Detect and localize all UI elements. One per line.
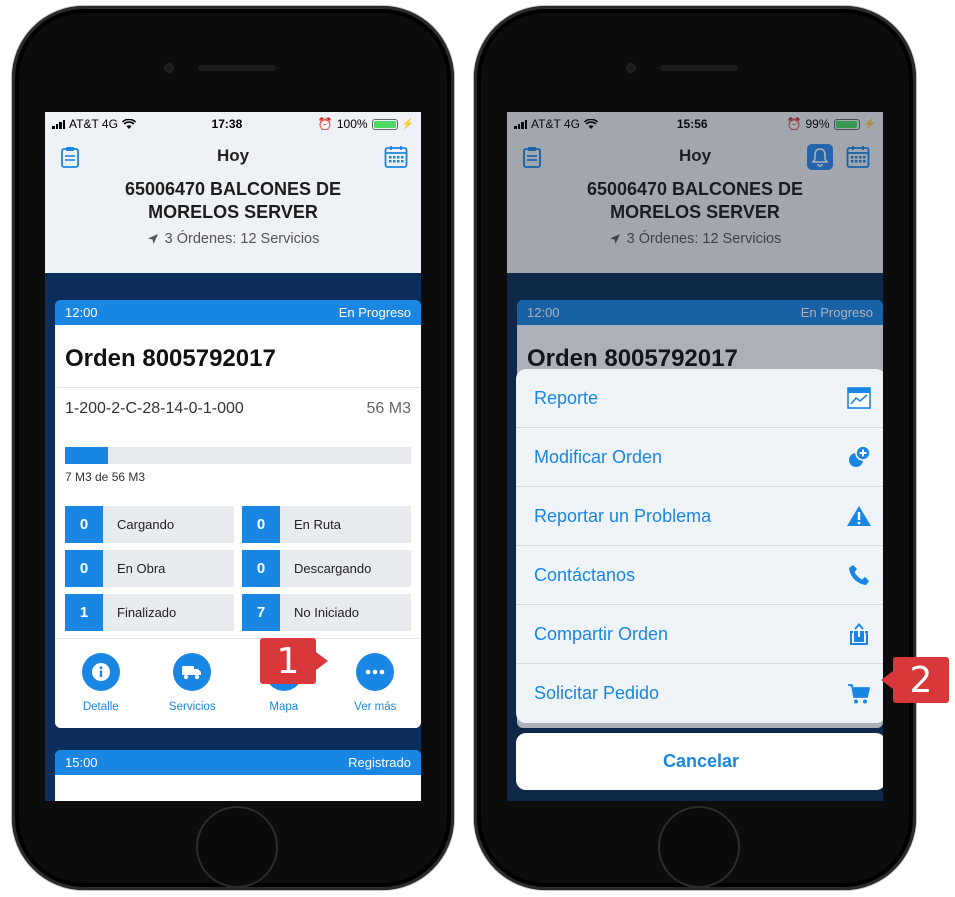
status-bar: AT&T 4G 17:38 ⏰ 100% ⚡ [45,112,421,136]
sheet-item-label: Contáctanos [534,564,636,585]
modify-order-icon [846,444,872,470]
services-button[interactable]: Servicios [152,653,232,713]
home-button[interactable] [658,806,740,888]
wifi-icon [121,118,136,129]
state-count: 7 [242,594,280,631]
action-label: Servicios [168,701,216,713]
cart-icon [846,681,872,707]
state-count: 0 [242,550,280,587]
earpiece-speaker [198,65,276,71]
state-label: En Obra [117,561,166,576]
action-sheet: Reporte Modificar Orden Reportar un Prob… [516,369,883,723]
state-en-ruta: 0 En Ruta [242,506,411,543]
state-label: Cargando [117,517,175,532]
sheet-item-label: Modificar Orden [534,446,663,467]
alarm-icon: ⏰ [317,117,333,131]
action-label: Ver más [354,701,397,713]
progress-fill [65,447,109,464]
state-count: 1 [65,594,103,631]
sheet-item-label: Solicitar Pedido [534,683,660,703]
phone-left: AT&T 4G 17:38 ⏰ 100% ⚡ Hoy 65006470 BALC… [12,6,454,890]
state-descargando: 0 Descargando [242,550,411,587]
state-count: 0 [242,506,280,543]
order-volume: 56 M3 [366,400,411,417]
screen-left: AT&T 4G 17:38 ⏰ 100% ⚡ Hoy 65006470 BALC… [45,112,421,801]
clock: 17:38 [211,117,243,131]
more-icon [356,653,395,691]
truck-icon [173,653,212,691]
carrier-label: AT&T 4G [69,117,118,131]
order-card[interactable]: 12:00 En Progreso Orden 8005792017 1-200… [55,300,421,728]
service-states: 0 Cargando 0 En Ruta 0 En Obra 0 Descargando… [55,484,421,631]
order-title: Orden 8005792017 [65,345,276,372]
state-cargando: 0 Cargando [65,506,234,543]
report-icon [846,385,872,411]
step-1-callout: 1 [260,638,328,684]
order-route: 1-200-2-C-28-14-0-1-000 [65,400,244,417]
sheet-item-solicitar-pedido[interactable]: Solicitar Pedido [516,664,883,723]
order-status: En Progreso [338,305,411,320]
state-label: En Ruta [294,517,341,532]
order-card-header: 15:00 Registrado [55,750,421,775]
detail-button[interactable]: Detalle [61,653,141,713]
state-label: Finalizado [117,605,177,620]
location-arrow-icon [147,234,158,244]
sheet-item-label: Compartir Orden [534,623,669,644]
screen-right: AT&T 4G 15:56 ⏰ 99% ⚡ Hoy 65006470 BALCO… [507,112,883,801]
step-2-callout: 2 [881,657,949,703]
home-button[interactable] [196,806,278,888]
calendar-icon[interactable] [383,144,409,170]
order-route-row: 1-200-2-C-28-14-0-1-000 56 M3 [55,387,421,418]
earpiece-speaker [660,65,738,71]
sheet-item-reporte[interactable]: Reporte [516,369,883,428]
state-count: 0 [65,550,103,587]
phone-icon [846,562,872,588]
battery-level [373,120,396,128]
state-count: 0 [65,506,103,543]
next-order-card[interactable]: 15:00 Registrado [55,750,421,801]
battery-percent: 100% [336,117,368,131]
page-title: Hoy [216,146,250,165]
order-actions: Detalle Servicios Mapa Ver más [55,638,421,728]
warning-icon [846,503,872,529]
order-time: 15:00 [65,755,98,770]
more-button[interactable]: Ver más [335,653,415,713]
delivery-progress-bar [65,447,411,464]
cancel-button[interactable]: Cancelar [516,733,883,790]
signal-icon [52,119,65,129]
share-icon [846,621,872,647]
state-label: Descargando [294,561,372,576]
action-label: Mapa [269,701,299,713]
sheet-item-contactanos[interactable]: Contáctanos [516,546,883,605]
front-camera [164,63,174,73]
order-status: Registrado [348,755,411,770]
sheet-item-reportar-problema[interactable]: Reportar un Problema [516,487,883,546]
sheet-item-modificar-orden[interactable]: Modificar Orden [516,428,883,487]
state-en-obra: 0 En Obra [65,550,234,587]
summary-text: 3 Órdenes: 12 Servicios [164,231,320,247]
battery-icon [371,118,398,130]
info-icon [81,653,120,691]
sheet-item-label: Reporte [534,387,599,408]
order-time: 12:00 [65,305,98,320]
state-no-iniciado: 7 No Iniciado [242,594,411,631]
header: Hoy 65006470 BALCONES DE MORELOS SERVER … [45,136,421,273]
phone-right: AT&T 4G 15:56 ⏰ 99% ⚡ Hoy 65006470 BALCO… [474,6,916,890]
action-label: Detalle [82,701,119,713]
clipboard-icon[interactable] [57,144,83,170]
nav-bar: Hoy [45,136,421,176]
state-label: No Iniciado [294,605,360,620]
state-finalizado: 1 Finalizado [65,594,234,631]
site-name: 65006470 BALCONES DE MORELOS SERVER [124,179,342,222]
charging-icon: ⚡ [401,118,414,130]
front-camera [626,63,636,73]
order-card-header: 12:00 En Progreso [55,300,421,325]
sheet-item-label: Reportar un Problema [534,505,712,526]
sheet-item-compartir-orden[interactable]: Compartir Orden [516,605,883,664]
progress-text: 7 M3 de 56 M3 [65,470,146,484]
order-summary: 3 Órdenes: 12 Servicios [45,231,421,247]
